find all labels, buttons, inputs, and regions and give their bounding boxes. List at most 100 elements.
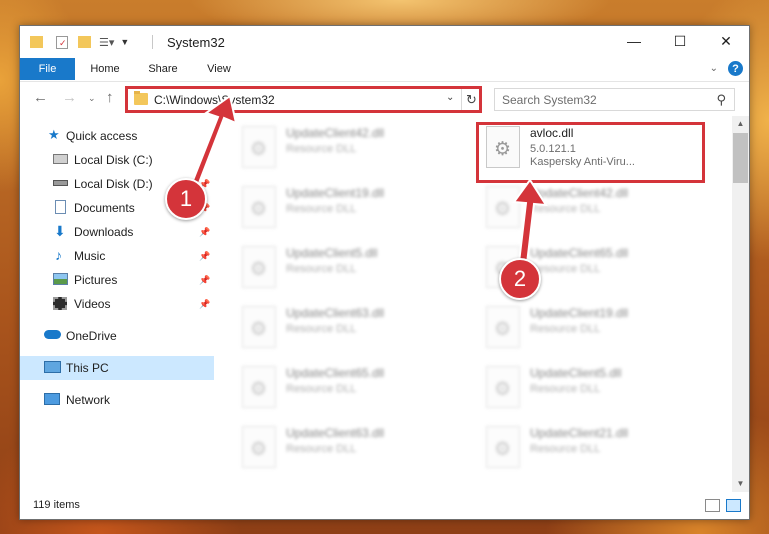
file-name: UpdateClient5.dll [286, 246, 378, 260]
tab-share[interactable]: Share [140, 58, 186, 80]
file-type: Resource DLL [530, 383, 601, 395]
file-type: Resource DLL [286, 203, 357, 215]
window-title: System32 [167, 35, 225, 50]
sidebar-item-label: This PC [66, 361, 109, 375]
help-icon[interactable]: ? [728, 61, 743, 76]
file-type: Resource DLL [530, 263, 601, 275]
drive-icon [53, 180, 68, 186]
sidebar-item-label: Videos [74, 297, 111, 311]
search-placeholder: Search System32 [502, 93, 597, 107]
view-toggle [705, 499, 741, 512]
dll-file-icon [486, 306, 520, 348]
details-view-icon[interactable] [705, 499, 720, 512]
sidebar-item-label: Local Disk (C:) [74, 153, 153, 167]
sidebar-item-onedrive[interactable]: OneDrive [20, 324, 214, 348]
sidebar-item-label: Local Disk (D:) [74, 177, 153, 191]
scroll-up-icon[interactable]: ▲ [732, 116, 749, 132]
sidebar-item-this-pc[interactable]: This PC [20, 356, 214, 380]
recent-locations-icon[interactable]: ⌄ [88, 93, 96, 104]
up-arrow-icon[interactable]: ↑ [106, 89, 114, 106]
file-tile[interactable]: UpdateClient5.dll Resource DLL [234, 240, 464, 296]
sidebar-item-local-disk-c[interactable]: Local Disk (C:) 📌 [20, 148, 214, 172]
dll-file-icon [486, 366, 520, 408]
file-type: Resource DLL [530, 203, 601, 215]
file-name: UpdateClient5.dll [530, 366, 622, 380]
file-tile[interactable]: UpdateClient42.dll Resource DLL [234, 120, 464, 176]
file-type: Resource DLL [286, 323, 357, 335]
navigation-pane: ★ Quick access Local Disk (C:) 📌 Local D… [20, 116, 214, 492]
sidebar-item-quick-access[interactable]: ★ Quick access [20, 124, 214, 148]
computer-icon [44, 361, 61, 373]
pin-icon: 📌 [199, 298, 211, 309]
music-icon: ♪ [55, 247, 62, 263]
pictures-icon [53, 273, 68, 285]
file-name: UpdateClient65.dll [286, 366, 385, 380]
step-badge-1: 1 [165, 178, 207, 220]
file-type: Resource DLL [286, 143, 357, 155]
sidebar-item-network[interactable]: Network [20, 388, 214, 412]
sidebar-item-label: Documents [74, 201, 135, 215]
pin-icon: 📌 [199, 154, 211, 165]
vertical-scrollbar[interactable]: ▲ ▼ [732, 116, 749, 492]
pin-icon: 📌 [199, 274, 211, 285]
tab-file[interactable]: File [20, 58, 75, 80]
minimize-button[interactable]: — [611, 26, 657, 56]
file-type: Resource DLL [286, 443, 357, 455]
status-bar: 119 items [20, 494, 749, 519]
tab-home[interactable]: Home [82, 58, 128, 80]
sidebar-item-music[interactable]: ♪ Music 📌 [20, 244, 214, 268]
videos-icon [53, 297, 67, 310]
file-name: UpdateClient19.dll [530, 306, 629, 320]
file-type: Resource DLL [286, 263, 357, 275]
sidebar-item-label: Downloads [74, 225, 134, 239]
dll-file-icon [242, 126, 276, 168]
file-name: UpdateClient63.dll [286, 306, 385, 320]
sidebar-item-videos[interactable]: Videos 📌 [20, 292, 214, 316]
forward-arrow-icon[interactable]: → [62, 89, 77, 106]
dll-file-icon [242, 246, 276, 288]
sidebar-item-pictures[interactable]: Pictures 📌 [20, 268, 214, 292]
file-name: UpdateClient21.dll [530, 426, 629, 440]
pin-icon: 📌 [199, 250, 211, 261]
file-tile[interactable]: UpdateClient42.dll Resource DLL [478, 180, 708, 236]
dll-file-icon [242, 366, 276, 408]
scroll-thumb[interactable] [733, 133, 748, 183]
search-input[interactable]: Search System32 ⚲ [494, 88, 735, 111]
file-tile[interactable]: UpdateClient19.dll Resource DLL [234, 180, 464, 236]
sidebar-item-downloads[interactable]: ⬇ Downloads 📌 [20, 220, 214, 244]
dll-file-icon [486, 426, 520, 468]
tiles-view-icon[interactable] [726, 499, 741, 512]
documents-icon [55, 200, 66, 214]
toolbar-dropdown-icon[interactable]: ▼ [120, 37, 129, 47]
cloud-icon [44, 330, 61, 339]
expand-ribbon-icon[interactable]: ⌄ [710, 63, 718, 74]
file-tile[interactable]: UpdateClient21.dll Resource DLL [478, 420, 708, 476]
dll-file-icon [242, 186, 276, 228]
close-button[interactable]: ✕ [703, 26, 749, 56]
item-count: 119 items [33, 499, 80, 511]
search-icon[interactable]: ⚲ [716, 92, 726, 108]
file-tile[interactable]: UpdateClient5.dll Resource DLL [478, 360, 708, 416]
properties-icon[interactable]: ✓ [56, 35, 68, 49]
file-name: UpdateClient42.dll [286, 126, 385, 140]
file-tile[interactable]: UpdateClient63.dll Resource DLL [234, 300, 464, 356]
drive-icon [53, 154, 68, 164]
tab-view[interactable]: View [196, 58, 242, 80]
pin-icon: 📌 [199, 226, 211, 237]
back-arrow-icon[interactable]: ← [33, 89, 48, 106]
address-highlight-box [125, 86, 482, 113]
sidebar-item-label: Pictures [74, 273, 118, 287]
maximize-button[interactable]: ☐ [657, 26, 703, 56]
folder-icon[interactable] [30, 36, 43, 48]
ribbon-right-controls: ⌄ ? [710, 61, 743, 76]
file-tile[interactable]: UpdateClient19.dll Resource DLL [478, 300, 708, 356]
file-tile[interactable]: UpdateClient63.dll Resource DLL [234, 420, 464, 476]
downloads-icon: ⬇ [54, 223, 66, 239]
sidebar-item-label: Music [74, 249, 106, 263]
scroll-down-icon[interactable]: ▼ [732, 476, 749, 492]
file-tile[interactable]: UpdateClient65.dll Resource DLL [234, 360, 464, 416]
customize-toolbar-icon[interactable]: ☰▾ [99, 36, 114, 49]
new-folder-icon[interactable] [78, 36, 91, 48]
star-icon: ★ [48, 127, 60, 142]
network-icon [44, 393, 60, 405]
